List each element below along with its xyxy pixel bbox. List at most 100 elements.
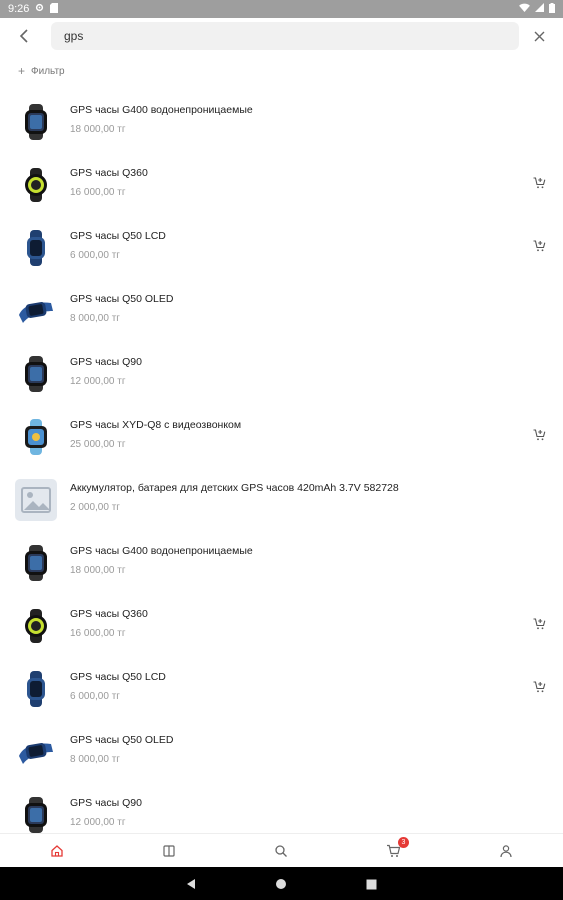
add-to-cart-button[interactable]	[529, 614, 549, 634]
nav-home[interactable]	[47, 842, 67, 860]
product-list-item[interactable]: GPS часы Q50 LCD 6 000,00 тг	[0, 657, 563, 720]
smartwatch-image	[14, 667, 58, 711]
product-info: GPS часы Q90 12 000,00 тг	[70, 797, 503, 828]
product-list-item[interactable]: GPS часы Q50 OLED 8 000,00 тг	[0, 279, 563, 342]
smartwatch-image	[14, 163, 58, 207]
product-name: GPS часы Q360	[70, 608, 148, 620]
product-name: GPS часы Q90	[70, 356, 142, 368]
filter-button[interactable]: + Фильтр	[18, 64, 65, 78]
nav-catalog[interactable]	[159, 842, 179, 860]
product-info: Аккумулятор, батарея для детских GPS час…	[70, 482, 503, 513]
triangle-back-icon	[187, 879, 195, 889]
product-info: GPS часы Q90 12 000,00 тг	[70, 356, 503, 387]
search-header	[0, 18, 563, 54]
product-price: 12 000,00 тг	[70, 376, 126, 387]
system-back-button[interactable]	[184, 877, 198, 891]
product-name: GPS часы Q50 LCD	[70, 671, 166, 683]
nav-profile[interactable]	[496, 842, 516, 860]
product-list-item[interactable]: GPS часы Q90 12 000,00 тг	[0, 783, 563, 833]
cart-count-badge: 3	[398, 837, 409, 848]
smartwatch-image	[14, 226, 58, 270]
image-placeholder-icon	[14, 478, 58, 522]
product-price: 2 000,00 тг	[70, 502, 120, 513]
add-to-cart-button[interactable]	[529, 425, 549, 445]
product-info: GPS часы Q50 OLED 8 000,00 тг	[70, 293, 503, 324]
product-price: 25 000,00 тг	[70, 439, 126, 450]
smartwatch-image	[14, 100, 58, 144]
product-info: GPS часы Q50 LCD 6 000,00 тг	[70, 230, 503, 261]
nav-search[interactable]	[271, 842, 291, 860]
product-price: 6 000,00 тг	[70, 250, 120, 261]
cart-icon	[386, 844, 400, 857]
add-to-cart-icon	[533, 240, 545, 252]
product-list-item[interactable]: GPS часы Q90 12 000,00 тг	[0, 342, 563, 405]
product-info: GPS часы Q50 LCD 6 000,00 тг	[70, 671, 503, 702]
product-name: GPS часы Q360	[70, 167, 148, 179]
product-name: Аккумулятор, батарея для детских GPS час…	[70, 482, 399, 494]
settings-notification-icon	[35, 3, 44, 15]
product-list-item[interactable]: GPS часы Q50 OLED 8 000,00 тг	[0, 720, 563, 783]
product-list: GPS часы G400 водонепроницаемые 18 000,00…	[0, 90, 563, 833]
product-name: GPS часы Q50 OLED	[70, 293, 174, 305]
product-price: 18 000,00 тг	[70, 565, 126, 576]
product-info: GPS часы Q360 16 000,00 тг	[70, 167, 503, 198]
signal-icon	[535, 3, 544, 15]
product-list-item[interactable]: GPS часы XYD-Q8 с видеозвонком 25 000,00 …	[0, 405, 563, 468]
product-list-item[interactable]: Аккумулятор, батарея для детских GPS час…	[0, 468, 563, 531]
add-to-cart-icon	[533, 177, 545, 189]
product-info: GPS часы G400 водонепроницаемые 18 000,00…	[70, 545, 503, 576]
smartwatch-image	[14, 793, 58, 834]
smartwatch-image	[14, 730, 58, 774]
status-time: 9:26	[8, 3, 30, 15]
profile-icon	[500, 845, 512, 858]
product-info: GPS часы Q50 OLED 8 000,00 тг	[70, 734, 503, 765]
battery-icon	[549, 2, 555, 16]
nav-cart[interactable]: 3	[383, 837, 409, 860]
product-info: GPS часы G400 водонепроницаемые 18 000,00…	[70, 104, 503, 135]
product-name: GPS часы G400 водонепроницаемые	[70, 545, 253, 557]
product-price: 16 000,00 тг	[70, 187, 126, 198]
product-price: 16 000,00 тг	[70, 628, 126, 639]
product-list-item[interactable]: GPS часы Q50 LCD 6 000,00 тг	[0, 216, 563, 279]
search-field[interactable]	[51, 22, 519, 50]
add-to-cart-icon	[533, 429, 545, 441]
chevron-left-icon	[19, 29, 28, 43]
status-bar: 9:26	[0, 0, 563, 18]
system-recents-button[interactable]	[364, 877, 378, 891]
smartwatch-image	[14, 352, 58, 396]
smartwatch-image	[14, 415, 58, 459]
home-icon	[51, 845, 63, 857]
product-name: GPS часы XYD-Q8 с видеозвонком	[70, 419, 242, 431]
add-to-cart-icon	[533, 681, 545, 693]
smartwatch-image	[14, 541, 58, 585]
product-name: GPS часы Q50 LCD	[70, 230, 166, 242]
close-icon	[534, 31, 544, 41]
add-to-cart-button[interactable]	[529, 236, 549, 256]
system-navigation-bar	[0, 867, 563, 900]
clear-search-button[interactable]	[523, 20, 555, 52]
product-name: GPS часы Q50 OLED	[70, 734, 174, 746]
smartwatch-image	[14, 289, 58, 333]
add-to-cart-icon	[533, 618, 545, 630]
product-list-item[interactable]: GPS часы G400 водонепроницаемые 18 000,00…	[0, 531, 563, 594]
product-info: GPS часы XYD-Q8 с видеозвонком 25 000,00 …	[70, 419, 503, 450]
system-home-button[interactable]	[274, 877, 288, 891]
add-to-cart-button[interactable]	[529, 677, 549, 697]
product-list-item[interactable]: GPS часы Q360 16 000,00 тг	[0, 594, 563, 657]
product-info: GPS часы Q360 16 000,00 тг	[70, 608, 503, 639]
search-icon	[275, 845, 287, 857]
product-list-item[interactable]: GPS часы G400 водонепроницаемые 18 000,00…	[0, 90, 563, 153]
product-price: 6 000,00 тг	[70, 691, 120, 702]
search-input[interactable]	[64, 29, 519, 43]
smartwatch-image	[14, 604, 58, 648]
circle-home-icon	[276, 879, 286, 889]
product-price: 12 000,00 тг	[70, 817, 126, 828]
back-button[interactable]	[8, 20, 40, 52]
square-recents-icon	[366, 879, 376, 889]
product-list-item[interactable]: GPS часы Q360 16 000,00 тг	[0, 153, 563, 216]
wifi-icon	[519, 3, 530, 15]
filter-label: Фильтр	[31, 65, 65, 77]
plus-icon: +	[18, 64, 26, 78]
sd-card-icon	[50, 2, 59, 16]
add-to-cart-button[interactable]	[529, 173, 549, 193]
